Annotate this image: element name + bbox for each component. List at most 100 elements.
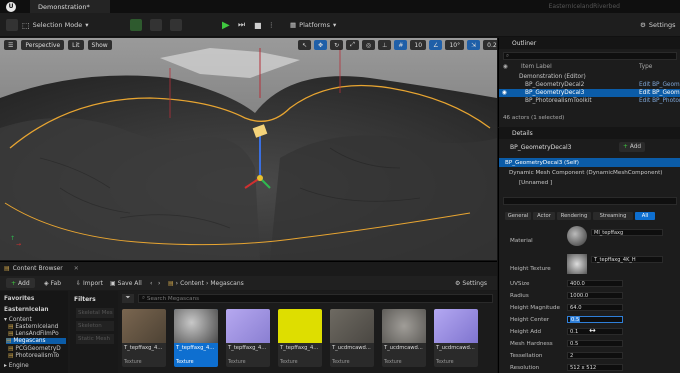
- perspective-button[interactable]: Perspective: [21, 40, 65, 50]
- show-button[interactable]: Show: [87, 40, 112, 50]
- material-picker[interactable]: MI_tepffaxg: [591, 229, 663, 236]
- filter-tab-actor[interactable]: Actor: [533, 212, 555, 220]
- world-space-icon[interactable]: ◎: [361, 40, 376, 50]
- viewport-options-icon[interactable]: ☰: [4, 40, 18, 50]
- plus-icon: +: [623, 144, 628, 150]
- eye-icon[interactable]: ◉: [502, 90, 507, 96]
- filter-tab-rendering[interactable]: Rendering: [557, 212, 591, 220]
- lit-button[interactable]: Lit: [68, 40, 84, 50]
- select-icon[interactable]: ↖: [298, 40, 312, 50]
- resize-cursor-icon: ↔: [589, 326, 596, 335]
- filter-item[interactable]: Static Mesh: [76, 334, 114, 344]
- unreal-logo-icon[interactable]: U: [6, 1, 16, 12]
- filter-item[interactable]: Skeletal Mes: [76, 308, 114, 318]
- asset-tile[interactable]: T_tepffaxg_4... Texture: [122, 309, 166, 367]
- outliner-search-input[interactable]: ⌕: [503, 52, 677, 60]
- import-button[interactable]: ⇩ Import: [76, 278, 103, 288]
- breadcrumb-content[interactable]: Content: [180, 280, 204, 287]
- filter-item[interactable]: Skeleton: [76, 321, 114, 331]
- asset-name: T_ucdmcawd...: [332, 345, 371, 351]
- property-value[interactable]: 2: [567, 352, 623, 359]
- outliner-row-type[interactable]: Edit BP_Geom: [639, 82, 680, 88]
- outliner-row[interactable]: BP_PhotorealismToolkit Edit BP_Photor: [499, 97, 680, 105]
- asset-tile-selected[interactable]: T_tepffaxg_4... Texture: [174, 309, 218, 367]
- material-thumbnail[interactable]: [567, 226, 587, 246]
- col-type[interactable]: Type: [639, 64, 652, 70]
- tree-item[interactable]: ▸ Engine: [4, 363, 29, 369]
- rotation-snap-toggle[interactable]: ∠: [429, 40, 443, 50]
- fab-button[interactable]: ◈ Fab: [44, 278, 61, 288]
- level-tab[interactable]: Demonstration*: [30, 0, 110, 13]
- tree-item[interactable]: ▾ Content: [4, 317, 32, 323]
- filter-tab-all[interactable]: All: [635, 212, 655, 220]
- texture-picker[interactable]: T_tepffaxg_4K_H: [591, 256, 663, 263]
- platforms-menu[interactable]: ▦ Platforms ▾: [290, 18, 336, 32]
- asset-tile[interactable]: T_tepffaxg_4... Texture: [226, 309, 270, 367]
- property-value[interactable]: 64.0: [567, 304, 623, 311]
- property-value[interactable]: 1000.0: [567, 292, 623, 299]
- settings-menu[interactable]: ⚙ Settings: [640, 18, 676, 32]
- grid-snap-value[interactable]: 10: [410, 40, 427, 50]
- settings-button[interactable]: ⚙ Settings: [455, 278, 487, 288]
- property-value[interactable]: 400.0: [567, 280, 623, 287]
- component-row[interactable]: Dynamic Mesh Component (DynamicMeshCompo…: [499, 168, 680, 177]
- stop-button[interactable]: ■: [254, 18, 262, 32]
- outliner-row-type[interactable]: Edit BP_Photor: [639, 98, 680, 104]
- favorites-header[interactable]: Favorites: [4, 296, 34, 302]
- cinematics-icon[interactable]: [170, 18, 182, 32]
- mode-selector[interactable]: ⬚ Selection Mode ▾: [22, 18, 89, 32]
- level-viewport[interactable]: ↑ → ☰ Perspective Lit Show ↖ ✥ ↻ ⤢ ◎ ⊥ #…: [0, 38, 497, 260]
- filter-icon[interactable]: ⏷: [122, 294, 134, 303]
- asset-tile[interactable]: T_ucdmcawd... Texture: [434, 309, 478, 367]
- breadcrumb-megascans[interactable]: Megascans: [210, 280, 243, 287]
- play-options-icon[interactable]: ⋮: [268, 18, 275, 32]
- content-browser-tab[interactable]: ▤ Content Browser ✕: [4, 264, 79, 273]
- property-value[interactable]: 512 x 512: [567, 364, 623, 371]
- asset-tile[interactable]: T_tepffaxg_4... Texture: [278, 309, 322, 367]
- advance-frame-button[interactable]: ⏭: [238, 18, 245, 32]
- texture-thumbnail[interactable]: [567, 254, 587, 274]
- outliner-row-selected[interactable]: ◉ BP_GeometryDecal3 Edit BP_Geom: [499, 89, 680, 97]
- outliner-tab[interactable]: Outliner: [499, 38, 680, 49]
- asset-search-input[interactable]: ⌕ Search Megascans: [138, 294, 493, 303]
- add-component-button[interactable]: + Add: [619, 142, 646, 152]
- details-search-input[interactable]: [503, 197, 677, 205]
- scale-snap-toggle[interactable]: ⇲: [467, 40, 481, 50]
- outliner-row-type[interactable]: Edit BP_Geom: [639, 90, 680, 96]
- scale-snap-value[interactable]: 0.25: [483, 40, 497, 50]
- property-value[interactable]: 0.5: [567, 340, 623, 347]
- scale-icon[interactable]: ⤢: [346, 40, 359, 50]
- history-forward-icon[interactable]: ›: [158, 278, 160, 288]
- grid-snap-toggle[interactable]: #: [394, 40, 408, 50]
- rotate-icon[interactable]: ↻: [330, 40, 344, 50]
- filter-tab-general[interactable]: General: [505, 212, 531, 220]
- play-button[interactable]: ▶: [222, 18, 230, 32]
- tree-item[interactable]: ▤ LensAndFilmPo: [8, 331, 59, 337]
- asset-tile[interactable]: T_ucdmcawd... Texture: [382, 309, 426, 367]
- tree-item[interactable]: ▤ EasternIceland: [8, 324, 58, 330]
- save-icon[interactable]: [6, 18, 18, 32]
- asset-tile[interactable]: T_ucdmcawd... Texture: [330, 309, 374, 367]
- add-button[interactable]: + Add: [6, 278, 35, 288]
- component-row[interactable]: [Unnamed ]: [499, 178, 680, 187]
- project-header[interactable]: EasternIcelan: [4, 307, 49, 313]
- save-all-button[interactable]: ▣ Save All: [110, 278, 142, 288]
- col-item-label[interactable]: Item Label: [521, 64, 552, 70]
- tree-item[interactable]: ▤ PhotorealismTo: [8, 353, 59, 359]
- tree-item-selected[interactable]: ▤ Megascans: [6, 338, 66, 344]
- close-icon[interactable]: ✕: [74, 265, 79, 272]
- surface-snap-icon[interactable]: ⊥: [378, 40, 392, 50]
- quick-add-icon[interactable]: [130, 18, 142, 32]
- translate-icon[interactable]: ✥: [314, 40, 328, 50]
- outliner-row[interactable]: BP_GeometryDecal2 Edit BP_Geom: [499, 81, 680, 89]
- step-icon: ⏭: [238, 20, 246, 29]
- filter-tab-streaming[interactable]: Streaming: [593, 212, 633, 220]
- property-value[interactable]: 0.5: [567, 316, 623, 323]
- outliner-row[interactable]: Demonstration (Editor): [499, 73, 680, 81]
- component-self[interactable]: BP_GeometryDecal3 (Self): [499, 158, 680, 167]
- details-tab[interactable]: Details: [499, 128, 680, 139]
- tree-item[interactable]: ▤ PCGGeometryD: [8, 346, 61, 352]
- history-back-icon[interactable]: ‹: [150, 278, 152, 288]
- rotation-snap-value[interactable]: 10°: [445, 40, 465, 50]
- blueprint-icon[interactable]: [150, 18, 162, 32]
